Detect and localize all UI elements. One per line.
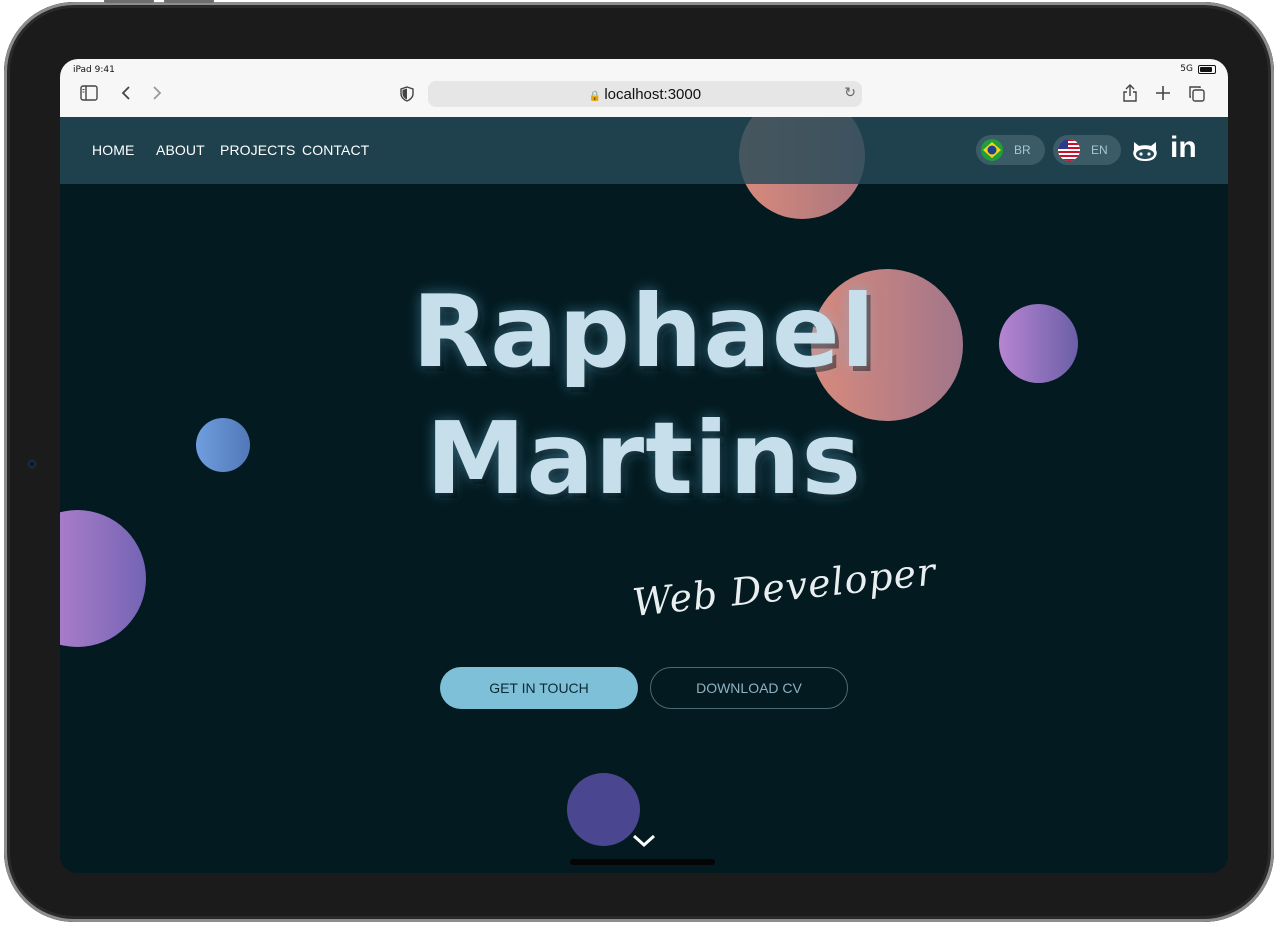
nav-projects[interactable]: PROJECTS: [220, 142, 295, 158]
language-br-label: BR: [1014, 143, 1031, 157]
url-display: 🔒 localhost:3000: [428, 86, 862, 103]
linkedin-icon[interactable]: in: [1170, 131, 1197, 165]
github-icon[interactable]: [1131, 139, 1159, 168]
tabs-icon[interactable]: [1188, 85, 1206, 106]
address-bar[interactable]: 🔒 localhost:3000 ↻: [428, 81, 862, 107]
download-cv-button[interactable]: DOWNLOAD CV: [650, 667, 848, 709]
lock-icon: 🔒: [588, 91, 602, 102]
language-en-label: EN: [1091, 143, 1108, 157]
volume-button: [104, 0, 154, 3]
screen: iPad 9:41 5G 🔒 localhost:3000 ↻ HOME ABO…: [60, 59, 1228, 873]
language-br-button[interactable]: BR: [976, 135, 1045, 165]
url-text: localhost:3000: [604, 86, 702, 103]
brazil-flag-icon: [981, 139, 1003, 161]
back-icon[interactable]: [120, 85, 132, 105]
forward-icon[interactable]: [151, 85, 163, 105]
status-time: iPad 9:41: [73, 65, 115, 75]
web-page: HOME ABOUT PROJECTS CONTACT BR EN in Rap…: [60, 117, 1228, 873]
nav-contact[interactable]: CONTACT: [302, 142, 369, 158]
front-camera: [28, 460, 36, 468]
us-flag-icon: [1058, 139, 1080, 161]
sidebar-icon[interactable]: [80, 85, 98, 105]
decor-circle-indigo: [567, 773, 640, 846]
navbar: HOME ABOUT PROJECTS CONTACT BR EN in: [60, 117, 1228, 184]
status-indicators: 5G: [1180, 64, 1216, 74]
hero-subtitle: Web Developer: [630, 549, 939, 625]
chevron-down-icon[interactable]: [632, 833, 656, 849]
hero-first-name: Raphael: [412, 273, 876, 390]
nav-about[interactable]: ABOUT: [156, 142, 205, 158]
battery-icon: [1198, 64, 1216, 74]
hero-last-name: Martins: [425, 400, 863, 517]
power-button: [164, 0, 214, 3]
ipad-frame: iPad 9:41 5G 🔒 localhost:3000 ↻ HOME ABO…: [4, 0, 1274, 922]
share-icon[interactable]: [1122, 83, 1138, 107]
shield-icon[interactable]: [400, 86, 414, 106]
nav-home[interactable]: HOME: [92, 142, 134, 158]
new-tab-icon[interactable]: [1155, 85, 1171, 105]
reload-icon[interactable]: ↻: [844, 85, 856, 101]
browser-chrome: iPad 9:41 5G 🔒 localhost:3000 ↻: [60, 59, 1228, 118]
get-in-touch-button[interactable]: GET IN TOUCH: [440, 667, 638, 709]
language-en-button[interactable]: EN: [1053, 135, 1121, 165]
home-indicator: [570, 859, 715, 865]
decor-circle-purple-left: [60, 510, 146, 647]
network-label: 5G: [1180, 64, 1193, 74]
